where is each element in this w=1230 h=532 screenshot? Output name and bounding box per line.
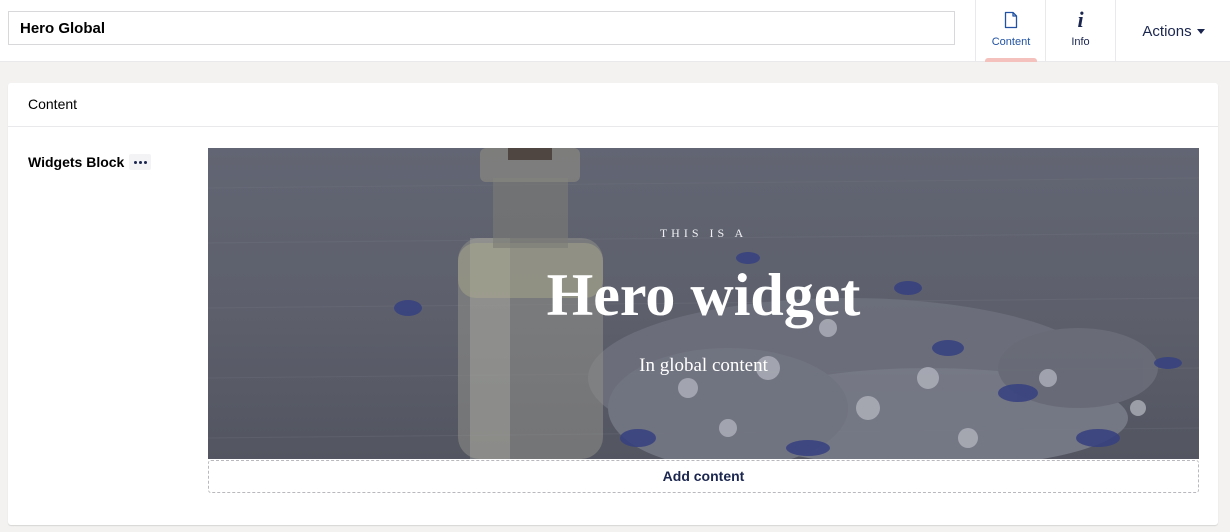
caret-down-icon [1196, 28, 1205, 34]
property-actions-button[interactable] [129, 154, 151, 170]
tab-content[interactable]: Content [975, 0, 1046, 62]
actions-label: Actions [1142, 22, 1192, 40]
hero-title: Hero widget [546, 262, 861, 328]
hero-eyebrow: THIS IS A [659, 226, 748, 240]
tab-info-label: Info [1071, 36, 1090, 48]
document-icon [976, 9, 1046, 31]
content-panel: Content Widgets Block THIS IS A Hero wid… [8, 83, 1218, 525]
content-name-input[interactable] [8, 11, 955, 45]
ellipsis-icon [133, 160, 148, 164]
hero-widget[interactable]: THIS IS A Hero widget In global content [208, 148, 1199, 459]
property-label: Widgets Block [28, 154, 125, 170]
active-tab-indicator [985, 58, 1037, 62]
info-icon: i [1077, 7, 1084, 32]
panel-title: Content [8, 83, 1218, 127]
hero-subtitle: In global content [639, 355, 768, 376]
tab-info[interactable]: i Info [1045, 0, 1116, 62]
tab-content-label: Content [991, 36, 1031, 48]
add-content-button[interactable]: Add content [208, 460, 1199, 493]
editor-header: Content i Info Actions [0, 0, 1230, 62]
actions-button[interactable]: Actions [1117, 0, 1230, 62]
